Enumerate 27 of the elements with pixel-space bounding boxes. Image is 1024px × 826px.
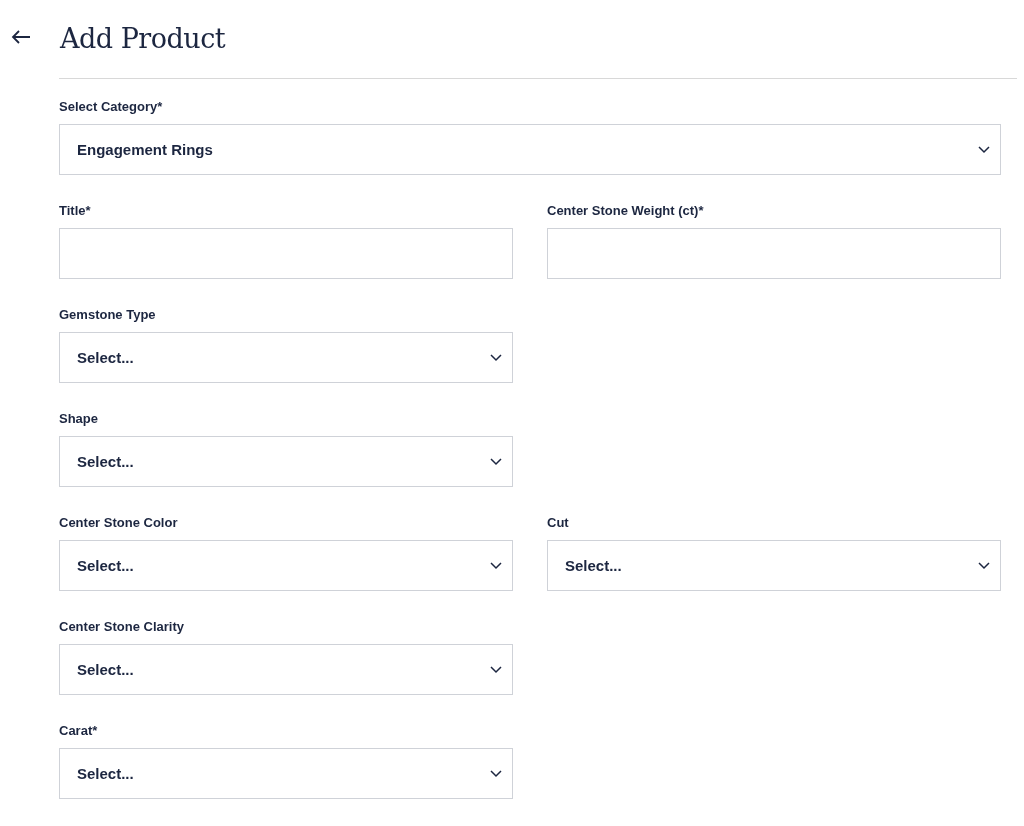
chevron-down-icon — [490, 457, 502, 466]
input-field[interactable] — [547, 228, 1001, 279]
field-label: Shape — [59, 411, 99, 427]
chevron-down-icon — [978, 561, 990, 570]
page-title: Add Product — [60, 22, 226, 54]
select-field[interactable]: Select... — [59, 748, 513, 799]
select-field[interactable]: Select... — [59, 332, 513, 383]
field-label: Cut — [547, 515, 570, 531]
chevron-down-icon — [490, 665, 502, 674]
input-field[interactable] — [59, 228, 513, 279]
field-label: Select Category* — [59, 99, 164, 115]
select-field[interactable]: Select... — [59, 436, 513, 487]
select-field[interactable]: Select... — [59, 644, 513, 695]
select-field[interactable]: Select... — [59, 540, 513, 591]
chevron-down-icon — [490, 769, 502, 778]
field-label: Carat* — [59, 723, 99, 739]
chevron-down-icon — [490, 561, 502, 570]
field-label: Center Stone Color — [59, 515, 179, 531]
field-label: Title* — [59, 203, 92, 219]
select-field[interactable]: Engagement Rings — [59, 124, 1001, 175]
back-arrow-icon[interactable] — [11, 29, 31, 45]
select-field[interactable]: Select... — [547, 540, 1001, 591]
chevron-down-icon — [978, 145, 990, 154]
field-label: Gemstone Type — [59, 307, 157, 323]
chevron-down-icon — [490, 353, 502, 362]
field-label: Center Stone Weight (ct)* — [547, 203, 705, 219]
field-label: Center Stone Clarity — [59, 619, 185, 635]
